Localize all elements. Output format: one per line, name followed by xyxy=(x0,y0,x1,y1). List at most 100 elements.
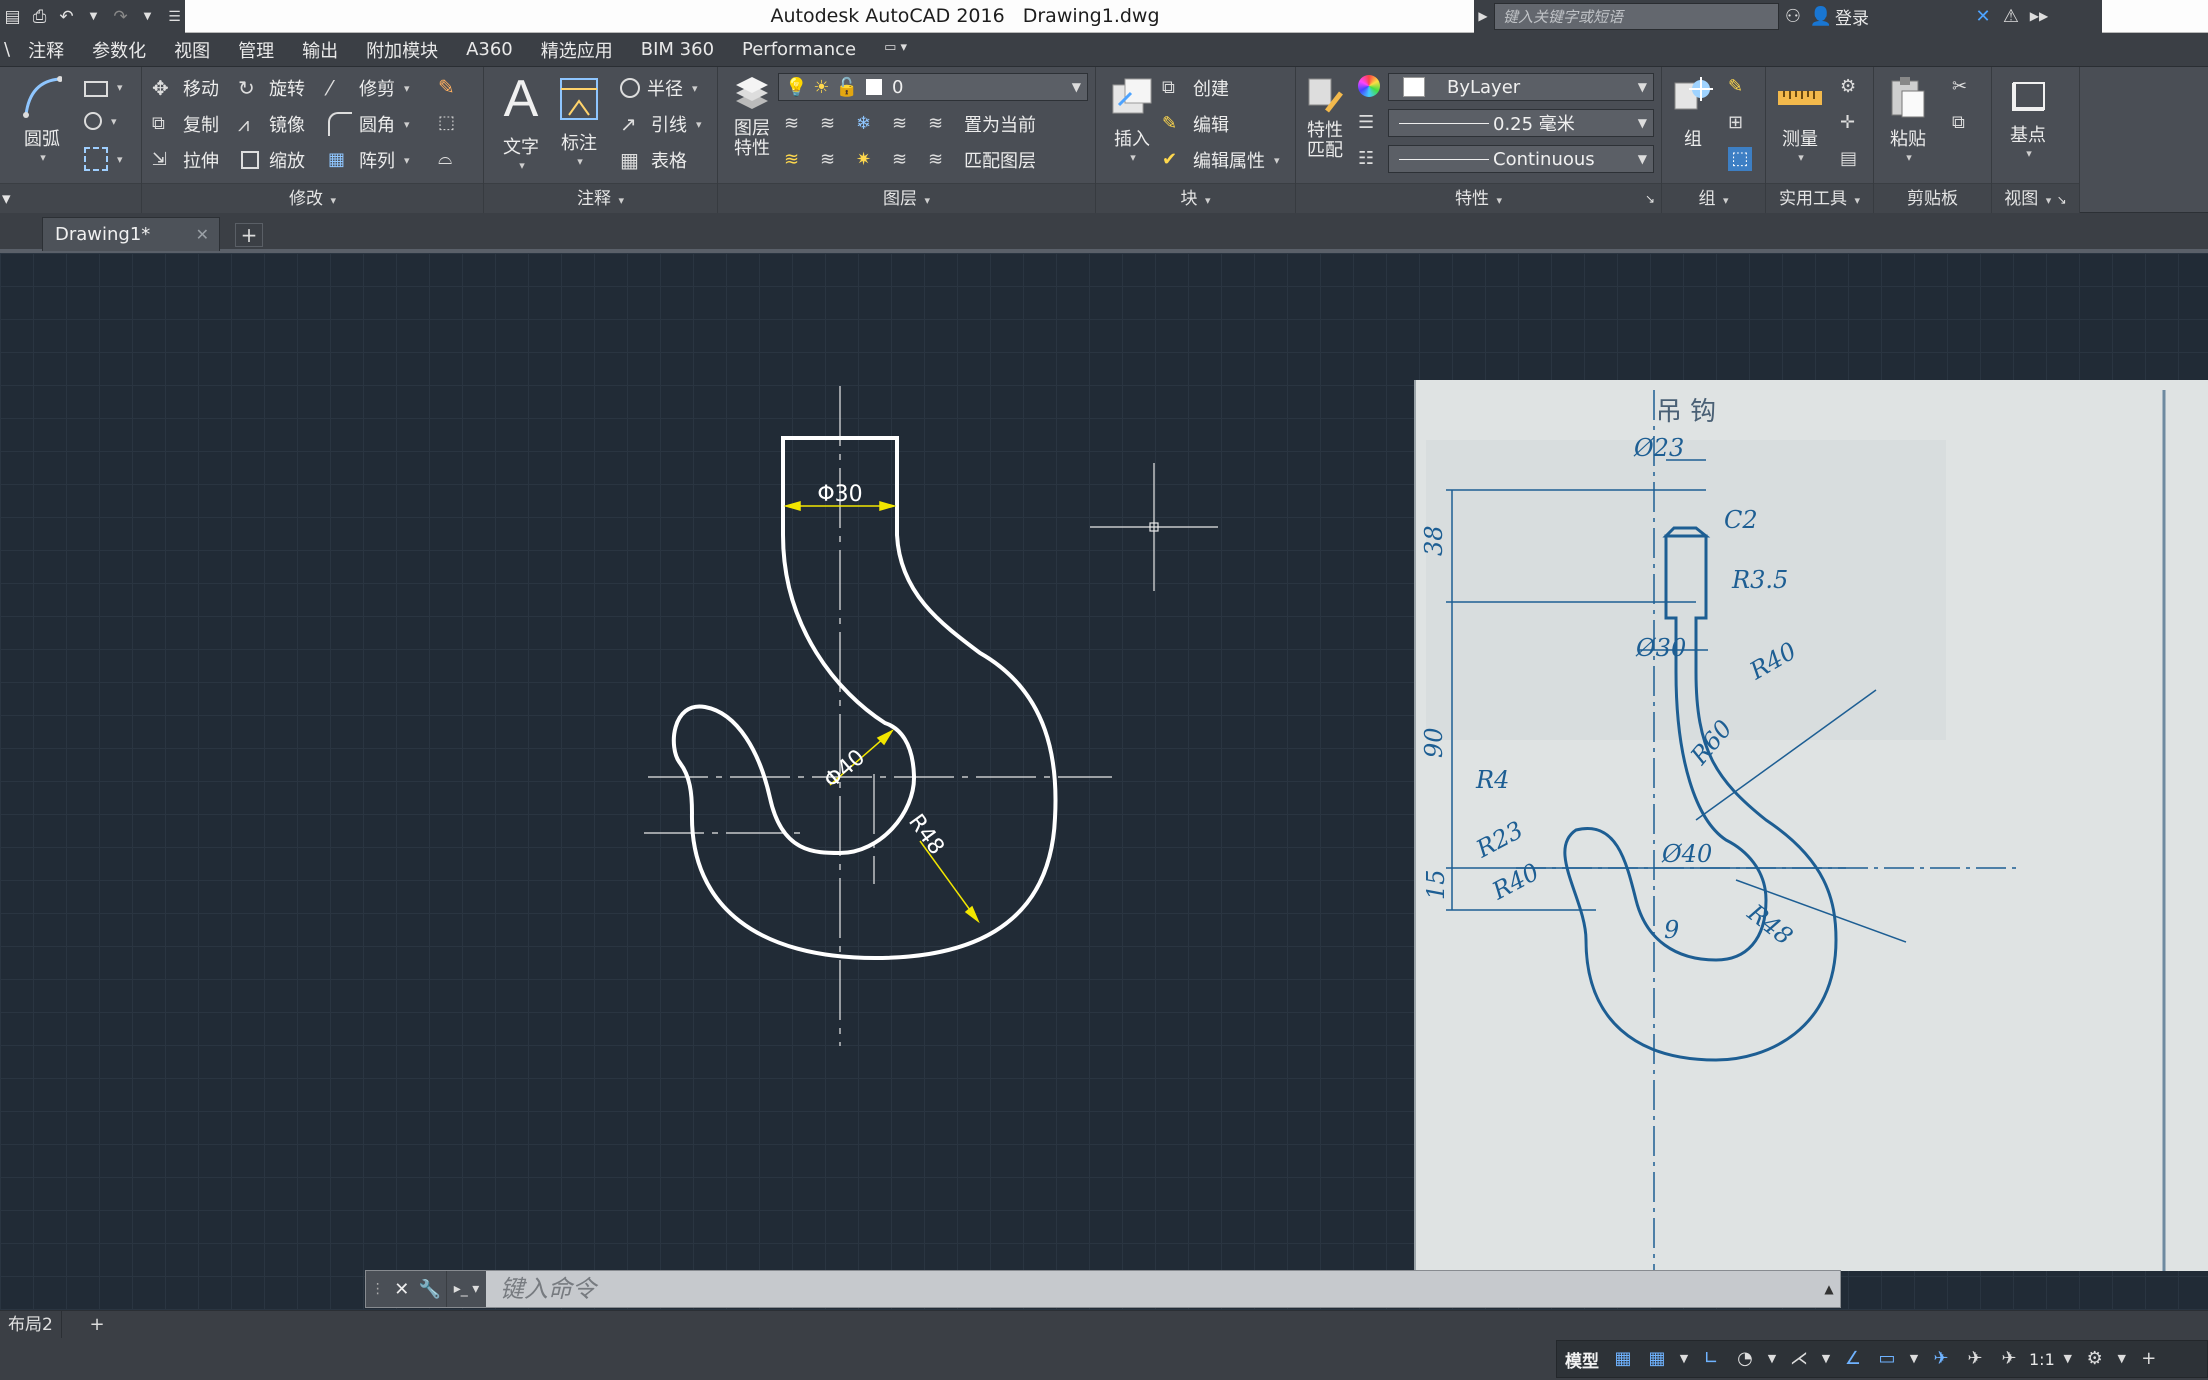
panel-title-clipboard[interactable]: 剪贴板 xyxy=(1874,183,1991,213)
quick-select-button[interactable]: ⚙ xyxy=(1840,75,1864,99)
command-history-icon[interactable]: ▲ xyxy=(1818,1282,1840,1296)
rectangle-button[interactable]: ▾ xyxy=(84,77,123,97)
layer-isolate-icon[interactable]: ≋ xyxy=(820,112,844,136)
dialog-launcher-icon[interactable]: ↘ xyxy=(1645,184,1655,214)
annotation-scale-icon[interactable]: ✈ xyxy=(1995,1345,2023,1373)
panel-title-annotation[interactable]: 注释 ▾ xyxy=(484,183,717,213)
model-space-button[interactable]: 模型 xyxy=(1561,1347,1603,1372)
radius-button[interactable]: 半径 ▾ xyxy=(620,75,698,101)
grid-icon[interactable]: ▦ xyxy=(1609,1345,1637,1373)
polar-icon[interactable]: ◔ xyxy=(1731,1345,1759,1373)
layout-tab[interactable]: 布局2 xyxy=(0,1311,62,1339)
tab-output[interactable]: 输出 xyxy=(288,37,352,63)
customize-plus-icon[interactable]: + xyxy=(2135,1345,2163,1373)
document-tab[interactable]: Drawing1* ✕ xyxy=(42,217,220,251)
layer-on-icon[interactable]: ≋ xyxy=(784,148,808,172)
erase-button[interactable]: ✎ xyxy=(438,75,462,99)
measure-button[interactable]: 测量 ▾ xyxy=(1772,75,1828,164)
tab-performance[interactable]: Performance xyxy=(728,39,870,60)
user-icon[interactable]: 👤 xyxy=(1807,0,1835,33)
fillet-button[interactable]: 圆角 ▾ xyxy=(328,111,410,137)
text-button[interactable]: A 文字 ▾ xyxy=(498,71,544,172)
mirror-button[interactable]: ⩘ 镜像 xyxy=(238,111,305,137)
lineweight-icon-button[interactable]: ☰ xyxy=(1358,111,1382,135)
tab-manage[interactable]: 管理 xyxy=(224,37,288,63)
chevron-down-icon[interactable]: ▼ xyxy=(2061,1345,2075,1373)
layer-properties-button[interactable]: 图层 特性 xyxy=(724,73,780,159)
array-button[interactable]: ▦ 阵列 ▾ xyxy=(328,147,410,173)
chevron-down-icon[interactable]: ▼ xyxy=(83,6,104,28)
tab-parametric[interactable]: 参数化 xyxy=(78,37,160,63)
cut-button[interactable]: ✂ xyxy=(1952,75,1976,99)
copy-button[interactable]: ⧉ 复制 xyxy=(152,111,219,137)
login-button[interactable]: 登录 xyxy=(1835,4,1869,29)
panel-title-utilities[interactable]: 实用工具 ▾ xyxy=(1766,183,1873,213)
ungroup-button[interactable]: ✎ xyxy=(1728,75,1752,99)
tab-bim360[interactable]: BIM 360 xyxy=(627,39,728,60)
layer-unisolate-icon[interactable]: ≋ xyxy=(820,148,844,172)
layer-dropdown[interactable]: 💡 ☀ 🔓 0 ▼ xyxy=(778,73,1088,101)
command-input[interactable] xyxy=(486,1271,1818,1307)
lineweight-dropdown[interactable]: 0.25 毫米 ▼ xyxy=(1388,109,1654,137)
chevron-down-icon[interactable]: ▼ xyxy=(1677,1345,1691,1373)
add-layout-button[interactable]: + xyxy=(86,1315,108,1335)
ortho-icon[interactable]: ∟ xyxy=(1697,1345,1725,1373)
undo-icon[interactable]: ↶ xyxy=(56,6,77,28)
color-wheel-button[interactable] xyxy=(1358,75,1380,97)
create-block-button[interactable]: ⧉ 创建 xyxy=(1162,75,1229,101)
boundary-button[interactable]: ▾ xyxy=(84,147,123,171)
offset-button[interactable]: ⌓ xyxy=(438,147,462,171)
match-layer-button[interactable]: 匹配图层 xyxy=(964,147,1036,173)
rotate-button[interactable]: ↻ 旋转 xyxy=(238,75,305,101)
customize-qat-icon[interactable]: ☰ xyxy=(164,6,185,28)
tab-featured-apps[interactable]: 精选应用 xyxy=(527,37,627,63)
arc-button[interactable]: 圆弧 ▾ xyxy=(18,75,66,164)
ribbon-minimize-icon[interactable]: ▭ ▾ xyxy=(884,40,926,60)
panel-title-group[interactable]: 组 ▾ xyxy=(1662,183,1765,213)
redo-icon[interactable]: ↷ xyxy=(110,6,131,28)
drawing-canvas[interactable]: Φ30 Φ40 R48 吊 钩 Ø23 C2 R3.5 38 Ø30 R40 9… xyxy=(0,253,2208,1310)
chevron-down-icon[interactable]: ▼ xyxy=(137,6,158,28)
layer-off-icon[interactable]: ≋ xyxy=(784,112,808,136)
a360-icon[interactable]: ⚠ xyxy=(1997,0,2025,33)
binoculars-icon[interactable]: ⚇ xyxy=(1779,0,1807,33)
expand-search-icon[interactable]: ▶ xyxy=(1474,0,1492,33)
tab-addins[interactable]: 附加模块 xyxy=(352,37,452,63)
grip-icon[interactable]: ⋮ xyxy=(371,1281,385,1297)
isodraft-icon[interactable]: ∠ xyxy=(1839,1345,1867,1373)
point-button[interactable]: ✛ xyxy=(1840,111,1864,135)
group-button[interactable]: 组 xyxy=(1666,75,1720,151)
set-current-button[interactable]: 置为当前 xyxy=(964,111,1036,137)
linetype-dropdown[interactable]: Continuous ▼ xyxy=(1388,145,1654,173)
command-prompt-icon[interactable]: ▸_ ▾ xyxy=(446,1271,486,1307)
tab-view[interactable]: 视图 xyxy=(160,37,224,63)
layer-unlock-icon[interactable]: ≋ xyxy=(892,148,916,172)
search-input[interactable] xyxy=(1494,3,1779,30)
hatch-button[interactable]: ▾ xyxy=(84,112,117,130)
tab-a360[interactable]: A360 xyxy=(452,39,527,60)
panel-title-block[interactable]: 块 ▾ xyxy=(1096,183,1295,213)
edit-block-button[interactable]: ✎ 编辑 xyxy=(1162,111,1229,137)
close-icon[interactable]: ✕ xyxy=(394,1279,409,1300)
basepoint-button[interactable]: 基点 ▾ xyxy=(2000,75,2056,160)
layer-freeze-icon[interactable]: ❄ xyxy=(856,112,880,136)
workspace-gear-icon[interactable]: ⚙ xyxy=(2081,1345,2109,1373)
model-space[interactable]: Φ30 Φ40 R48 xyxy=(0,253,1414,1270)
explode-button[interactable]: ⬚ xyxy=(438,111,462,135)
close-icon[interactable]: ✕ xyxy=(196,218,209,252)
panel-title-properties[interactable]: 特性 ▾ ↘ xyxy=(1296,183,1661,213)
trim-button[interactable]: ⁄ 修剪 ▾ xyxy=(328,75,410,101)
reference-image[interactable]: 吊 钩 Ø23 C2 R3.5 38 Ø30 R40 90 R60 R4 R23… xyxy=(1414,380,2208,1271)
calculator-button[interactable]: ▤ xyxy=(1840,147,1864,171)
chevron-down-icon[interactable]: ▼ xyxy=(1765,1345,1779,1373)
panel-title-modify[interactable]: 修改 ▾ xyxy=(142,183,483,213)
panel-title-layers[interactable]: 图层 ▾ xyxy=(718,183,1095,213)
copy-clip-button[interactable]: ⧉ xyxy=(1952,111,1976,135)
print-icon[interactable]: ⎙ xyxy=(29,6,50,28)
group-edit-button[interactable]: ⊞ xyxy=(1728,111,1752,135)
color-dropdown[interactable]: ByLayer ▼ xyxy=(1388,73,1654,101)
osnap-tracking-icon[interactable]: ⋌ xyxy=(1785,1345,1813,1373)
tab-annotate[interactable]: 注释 xyxy=(14,37,78,63)
osnap-icon[interactable]: ▭ xyxy=(1873,1345,1901,1373)
linetype-icon-button[interactable]: ☷ xyxy=(1358,147,1382,171)
